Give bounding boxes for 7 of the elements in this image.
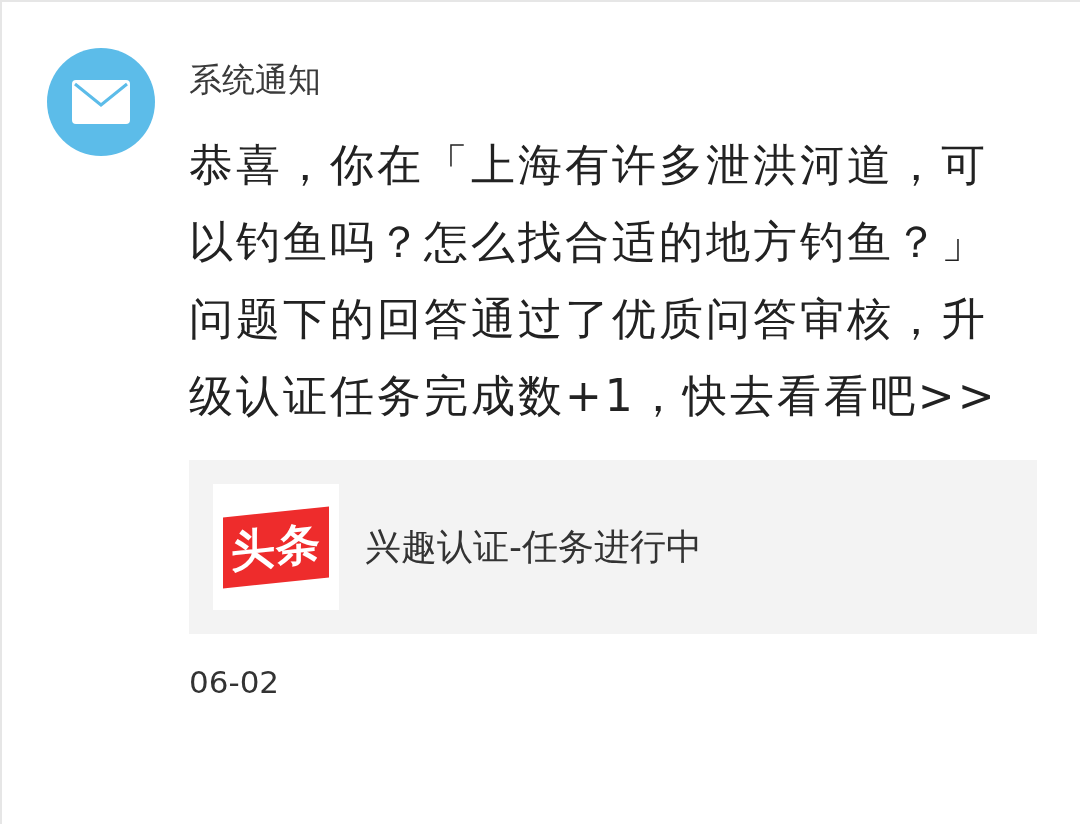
link-card[interactable]: 头条 兴趣认证-任务进行中: [189, 460, 1037, 634]
envelope-icon: [71, 79, 131, 125]
logo: 头条: [223, 505, 329, 589]
date: 06-02: [189, 664, 281, 700]
message-text[interactable]: 恭喜，你在「上海有许多泄洪河道，可以钓鱼吗？怎么找合适的地方钓鱼？」问题下的回答通过了优质问答审核，升级认证任务完成数+1，快去看看吧>>: [189, 126, 1019, 434]
sender-name: 系统通知: [189, 60, 322, 100]
card-title: 兴趣认证-任务进行中: [365, 524, 702, 569]
